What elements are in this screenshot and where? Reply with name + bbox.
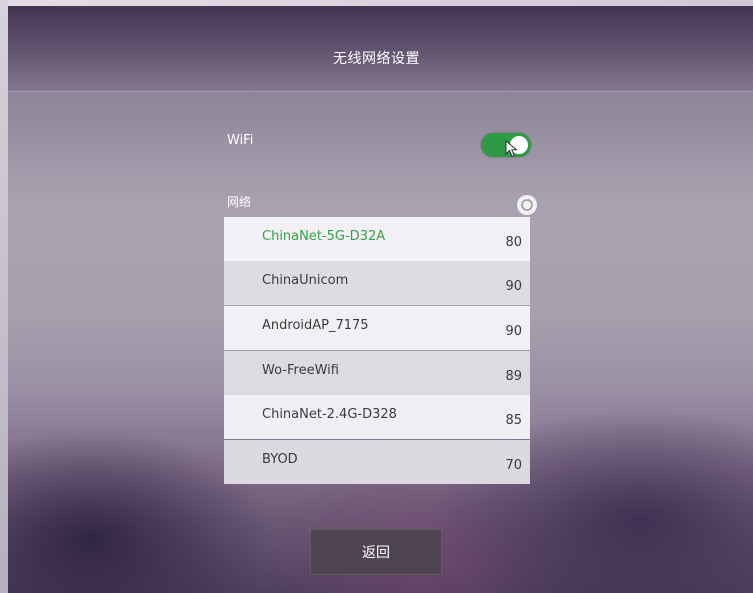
list-item[interactable]: ChinaNet-5G-D32A 80 <box>224 217 530 261</box>
list-item[interactable]: AndroidAP_7175 90 <box>224 306 530 350</box>
network-section-label: 网络 <box>227 195 252 209</box>
screen-bezel-left <box>0 0 8 593</box>
list-item[interactable]: ChinaUnicom 90 <box>224 261 530 305</box>
signal-strength: 70 <box>505 458 522 473</box>
signal-strength: 90 <box>505 279 522 294</box>
list-item[interactable]: Wo-FreeWifi 89 <box>224 351 530 395</box>
network-name: AndroidAP_7175 <box>262 318 369 333</box>
signal-strength: 80 <box>505 235 522 250</box>
list-item[interactable]: ChinaNet-2.4G-D328 85 <box>224 395 530 439</box>
signal-strength: 85 <box>505 413 522 428</box>
list-item[interactable]: BYOD 70 <box>224 440 530 484</box>
wifi-label: WiFi <box>227 133 254 148</box>
network-name: Wo-FreeWifi <box>262 363 339 378</box>
refresh-button[interactable] <box>517 195 537 215</box>
network-list: ChinaNet-5G-D32A 80 ChinaUnicom 90 Andro… <box>224 217 530 484</box>
refresh-icon <box>521 198 533 211</box>
mouse-cursor-icon <box>505 140 518 158</box>
page-title: 无线网络设置 <box>333 51 420 67</box>
wifi-settings-screen: 无线网络设置 WiFi 网络 ChinaNet-5G-D32A 80 China… <box>0 0 753 593</box>
network-name: ChinaNet-5G-D32A <box>262 229 386 244</box>
signal-strength: 90 <box>505 324 522 339</box>
signal-strength: 89 <box>505 369 522 384</box>
network-name: ChinaUnicom <box>262 273 349 288</box>
network-name: BYOD <box>262 452 298 467</box>
back-button[interactable]: 返回 <box>310 529 442 575</box>
header-divider <box>8 91 753 92</box>
network-name: ChinaNet-2.4G-D328 <box>262 407 397 422</box>
